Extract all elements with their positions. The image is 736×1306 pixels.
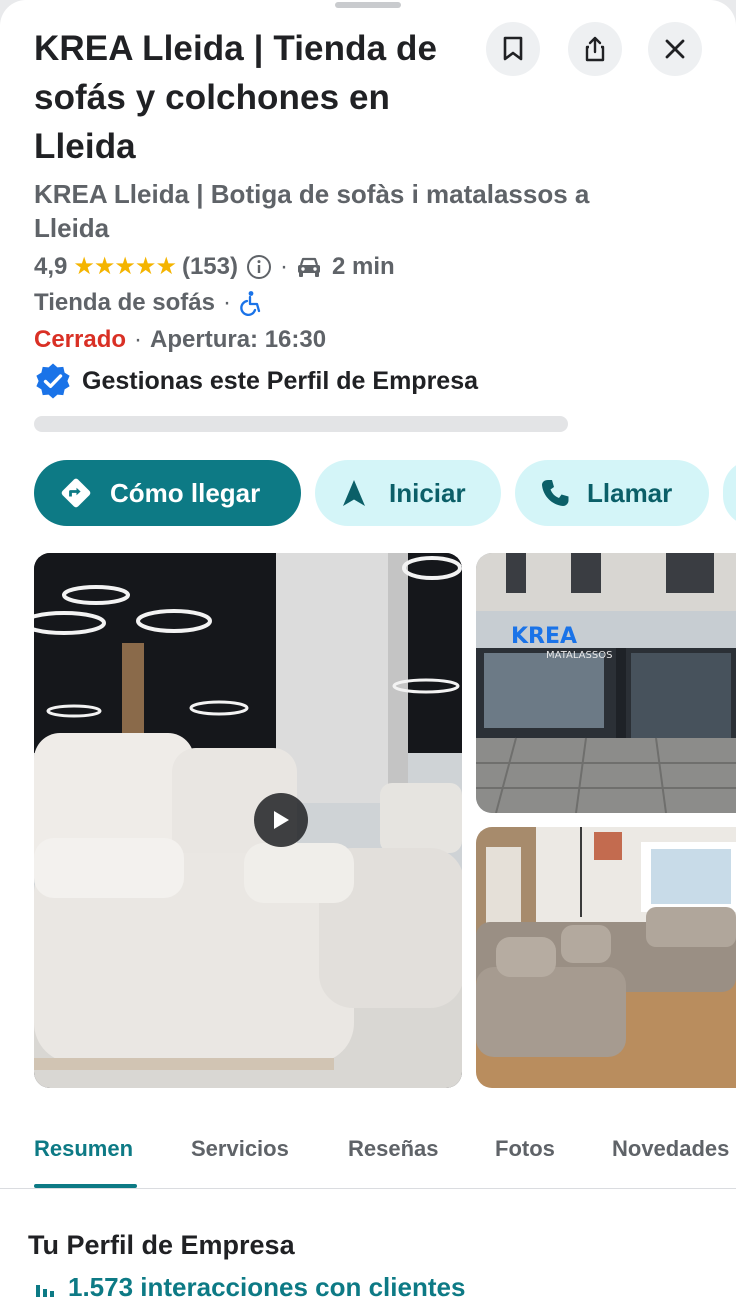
start-navigation-button[interactable]: Iniciar	[315, 460, 501, 526]
directions-icon	[61, 478, 91, 508]
rating-row: 4,9 ★★★★★ (153) · 2 min	[34, 252, 395, 281]
storefront-sign-sub: MATALASSOS	[546, 650, 612, 661]
directions-button[interactable]: Cómo llegar	[34, 460, 301, 526]
rating-value: 4,9	[34, 252, 68, 280]
directions-label: Cómo llegar	[110, 477, 261, 508]
tab-bar: Resumen Servicios Reseñas Fotos Novedade…	[0, 1120, 736, 1189]
sectional-sofa-image	[476, 827, 736, 1088]
bookmark-icon	[503, 36, 523, 61]
tab-resumen[interactable]: Resumen	[34, 1136, 133, 1162]
tab-novedades[interactable]: Novedades	[612, 1136, 729, 1162]
place-alt-name: KREA Lleida | Botiga de sofàs i matalass…	[34, 179, 590, 243]
navigation-arrow-icon	[343, 480, 365, 506]
rating-stars: ★★★★★	[73, 253, 177, 280]
bar-chart-icon	[36, 1284, 54, 1297]
verified-profile-row[interactable]: Gestionas este Perfil de Empresa	[34, 362, 478, 400]
play-icon	[274, 811, 289, 829]
customer-interactions-link[interactable]: 1.573 interacciones con clientes	[34, 1272, 465, 1303]
car-icon	[297, 257, 320, 277]
loading-placeholder	[34, 416, 568, 432]
place-title: KREA Lleida | Tienda de sofás y colchone…	[34, 29, 438, 166]
place-sheet: KREA Lleida | Tienda de sofás y colchone…	[0, 0, 736, 1306]
category-row: Tienda de sofás ·	[34, 289, 263, 317]
sectional-sofa-photo[interactable]	[476, 827, 736, 1088]
wheelchair-icon	[240, 291, 261, 316]
travel-time: 2 min	[331, 252, 395, 280]
customer-interactions-label: 1.573 interacciones con clientes	[68, 1272, 466, 1302]
start-navigation-label: Iniciar	[389, 477, 466, 508]
storefront-sign: KREA	[511, 624, 577, 649]
phone-icon	[542, 480, 569, 506]
verified-badge-icon	[36, 363, 70, 399]
play-button[interactable]	[254, 793, 308, 847]
tab-fotos[interactable]: Fotos	[495, 1136, 555, 1162]
open-status: Cerrado	[34, 326, 127, 353]
separator: ·	[222, 289, 231, 316]
verified-profile-label: Gestionas este Perfil de Empresa	[82, 366, 479, 395]
more-actions-button[interactable]	[723, 460, 736, 526]
reviews-count[interactable]: (153)	[182, 253, 238, 281]
close-icon	[665, 39, 685, 59]
hours-row[interactable]: Cerrado · Apertura: 16:30	[34, 326, 326, 354]
info-icon[interactable]	[246, 254, 272, 280]
separator: ·	[279, 252, 288, 280]
storefront-image: KREA MATALASSOS	[476, 553, 736, 813]
share-button[interactable]	[568, 22, 622, 76]
tab-servicios[interactable]: Servicios	[191, 1136, 289, 1162]
place-category[interactable]: Tienda de sofás	[34, 289, 215, 317]
opening-time: Apertura: 16:30	[150, 326, 327, 353]
business-profile-heading: Tu Perfil de Empresa	[28, 1230, 295, 1260]
share-icon	[585, 36, 605, 62]
close-button[interactable]	[648, 22, 702, 76]
main-video-thumbnail[interactable]	[34, 553, 462, 1088]
call-button[interactable]: Llamar	[515, 460, 709, 526]
showroom-sofa-image	[34, 553, 462, 1088]
tab-resenas[interactable]: Reseñas	[348, 1136, 439, 1162]
call-label: Llamar	[587, 477, 673, 508]
drag-handle[interactable]	[335, 2, 401, 8]
storefront-photo[interactable]: KREA MATALASSOS	[476, 553, 736, 813]
separator: ·	[134, 326, 143, 353]
active-tab-indicator	[34, 1184, 137, 1188]
save-button[interactable]	[486, 22, 540, 76]
